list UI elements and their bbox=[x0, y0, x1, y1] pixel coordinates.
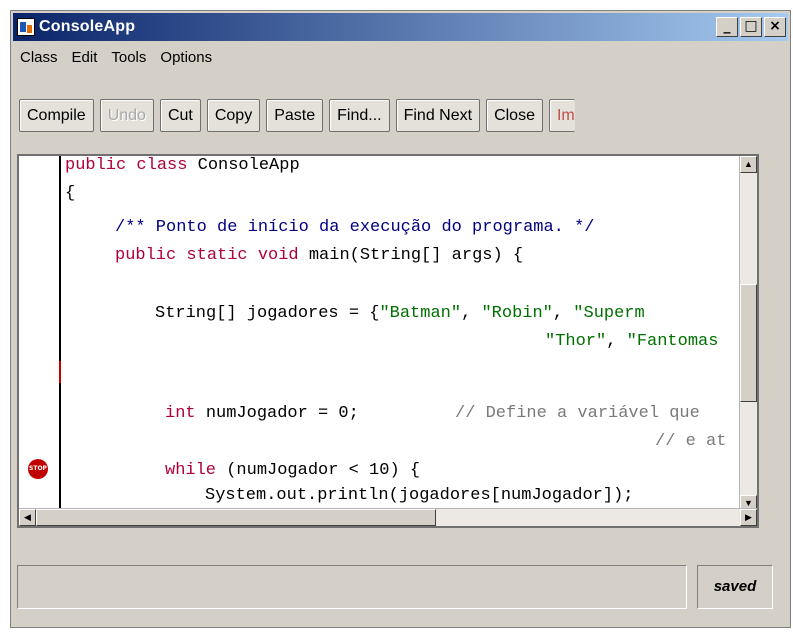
code-line: "Thor", "Fantomas bbox=[545, 332, 719, 351]
code-comment: /** Ponto de início da execução do progr… bbox=[115, 218, 595, 237]
code-line: String[] jogadores = {"Batman", "Robin",… bbox=[155, 304, 645, 323]
code-editor[interactable]: STOP public class ConsoleApp { /** Ponto… bbox=[17, 154, 759, 528]
compile-button[interactable]: Compile bbox=[19, 98, 94, 132]
code-line: { bbox=[65, 184, 76, 203]
menu-class[interactable]: Class bbox=[13, 49, 65, 66]
breakpoint-stop-icon[interactable]: STOP bbox=[28, 459, 48, 479]
close-button[interactable]: Close bbox=[486, 98, 543, 132]
scroll-right-icon[interactable]: ▶ bbox=[740, 509, 757, 526]
close-window-button[interactable]: × bbox=[764, 17, 786, 37]
menu-edit[interactable]: Edit bbox=[65, 49, 105, 66]
horizontal-scroll-thumb[interactable] bbox=[36, 509, 436, 526]
implementation-toggle[interactable]: Im bbox=[548, 98, 575, 132]
scroll-up-icon[interactable]: ▲ bbox=[740, 156, 757, 173]
copy-button[interactable]: Copy bbox=[206, 98, 261, 132]
code-line: System.out.println(jogadores[numJogador]… bbox=[205, 486, 634, 505]
menu-options[interactable]: Options bbox=[153, 49, 219, 66]
menu-tools[interactable]: Tools bbox=[104, 49, 153, 66]
app-icon bbox=[17, 18, 35, 36]
cursor-marker bbox=[59, 361, 61, 383]
code-line: while (numJogador < 10) { bbox=[165, 461, 421, 480]
code-area[interactable]: public class ConsoleApp { /** Ponto de i… bbox=[65, 156, 739, 512]
toolbar: Compile Undo Cut Copy Paste Find... Find… bbox=[13, 97, 788, 133]
find-next-button[interactable]: Find Next bbox=[395, 98, 481, 132]
window-title: ConsoleApp bbox=[39, 18, 136, 35]
paste-button[interactable]: Paste bbox=[266, 98, 324, 132]
menu-bar: Class Edit Tools Options bbox=[13, 43, 788, 71]
vertical-scrollbar[interactable]: ▲ ▼ bbox=[739, 156, 757, 512]
vertical-scroll-thumb[interactable] bbox=[740, 284, 757, 402]
saved-status: saved bbox=[697, 565, 773, 609]
line-gutter[interactable]: STOP bbox=[19, 156, 61, 512]
code-line: int numJogador = 0; bbox=[165, 404, 359, 423]
horizontal-scrollbar[interactable]: ◀ ▶ bbox=[19, 508, 757, 526]
find-button[interactable]: Find... bbox=[329, 98, 390, 132]
window-controls: _ □ × bbox=[716, 17, 786, 37]
code-comment: // e at bbox=[655, 432, 727, 451]
minimize-button[interactable]: _ bbox=[716, 17, 738, 37]
cut-button[interactable]: Cut bbox=[159, 98, 201, 132]
undo-button[interactable]: Undo bbox=[99, 98, 154, 132]
title-bar[interactable]: ConsoleApp _ □ × bbox=[13, 13, 788, 41]
code-line: public class ConsoleApp bbox=[65, 156, 300, 175]
code-comment: // Define a variável que bbox=[455, 404, 700, 423]
code-line: public static void main(String[] args) { bbox=[115, 246, 524, 265]
maximize-button[interactable]: □ bbox=[740, 17, 762, 37]
scroll-left-icon[interactable]: ◀ bbox=[19, 509, 36, 526]
status-message bbox=[17, 565, 687, 609]
